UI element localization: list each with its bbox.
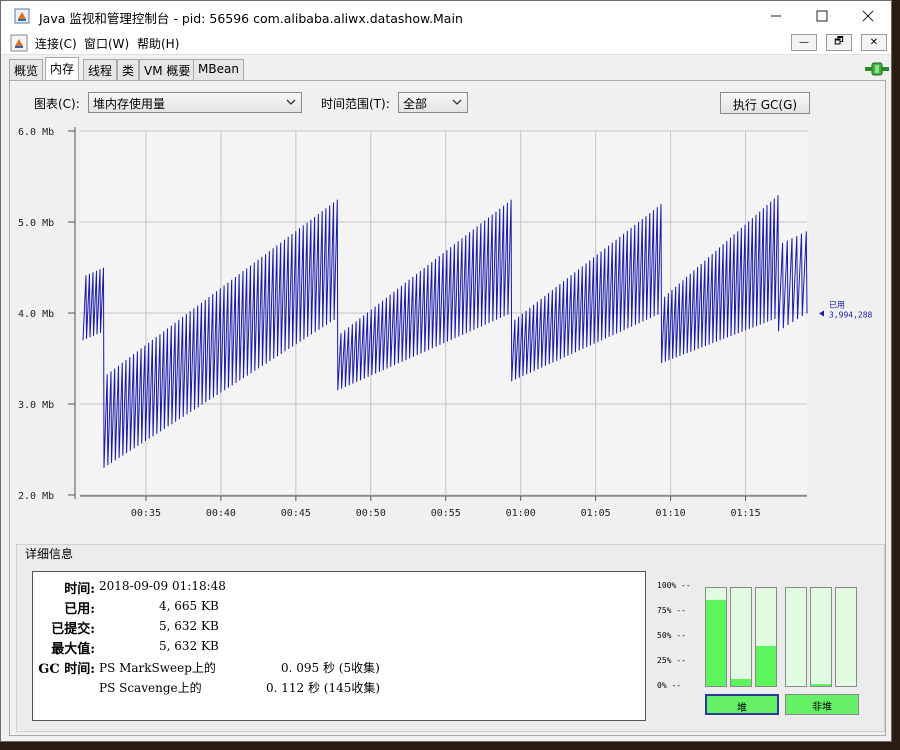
app-window: Java 监视和管理控制台 - pid: 56596 com.alibaba.a… <box>0 0 892 742</box>
x-tick-label: 00:55 <box>431 508 461 519</box>
memory-chart: 6.0 Mb 5.0 Mb 4.0 Mb 3.0 Mb 2.0 Mb 00:35 00:4… <box>18 127 873 519</box>
chevron-down-icon <box>286 99 296 105</box>
java-icon <box>14 8 30 24</box>
time-label: 时间: <box>64 582 95 597</box>
tab-mbean[interactable]: MBean <box>193 59 244 80</box>
restore-icon: 🗗 <box>834 36 844 47</box>
x-tick-label: 01:05 <box>581 508 611 519</box>
pool-fill <box>706 599 726 686</box>
gc-collector-name: PS MarkSweep上的 <box>99 661 216 675</box>
percent-label: 100% -- <box>657 581 691 590</box>
gc-collector-name: PS Scavenge上的 <box>99 681 202 695</box>
nonheap-pool-bar[interactable] <box>835 587 857 687</box>
x-tick-label: 00:35 <box>131 508 161 519</box>
y-tick-label: 3.0 Mb <box>18 400 54 411</box>
heap-pool-bar[interactable] <box>730 587 752 687</box>
percent-label: 50% -- <box>657 631 686 640</box>
menu-help[interactable]: 帮助(H) <box>137 35 179 52</box>
title-bar[interactable]: Java 监视和管理控制台 - pid: 56596 com.alibaba.a… <box>1 1 891 31</box>
close-icon: ✕ <box>869 37 879 48</box>
tab-threads[interactable]: 线程 <box>83 59 118 80</box>
y-tick-label: 5.0 Mb <box>18 218 54 229</box>
heap-pool-bar[interactable] <box>755 587 777 687</box>
y-tick-label: 2.0 Mb <box>18 491 54 502</box>
chart-select[interactable]: 堆内存使用量 <box>88 92 302 113</box>
maximize-icon <box>816 10 828 22</box>
mdi-minimize-button[interactable]: — <box>791 34 817 51</box>
tab-memory[interactable]: 内存 <box>45 57 80 80</box>
gc-collector-time: 0. 095 秒 (5收集) <box>281 661 380 675</box>
x-tick-label: 01:15 <box>730 508 760 519</box>
x-tick-label: 00:50 <box>356 508 386 519</box>
java-doc-icon[interactable] <box>10 34 28 52</box>
pool-fill <box>811 684 831 686</box>
nonheap-pool-bar[interactable] <box>785 587 807 687</box>
x-tick-label: 01:00 <box>506 508 536 519</box>
close-icon <box>862 10 874 22</box>
menu-window[interactable]: 窗口(W) <box>84 35 129 52</box>
x-tick-label: 00:45 <box>281 508 311 519</box>
range-select[interactable]: 全部 <box>398 92 468 113</box>
tab-vm-summary[interactable]: VM 概要 <box>139 59 196 80</box>
minimize-icon <box>771 15 781 17</box>
details-title: 详细信息 <box>25 547 74 561</box>
time-value: 2018-09-09 01:18:48 <box>99 579 226 593</box>
max-label: 最大值: <box>51 642 95 657</box>
y-tick-label: 6.0 Mb <box>18 127 54 138</box>
percent-label: 75% -- <box>657 606 686 615</box>
series-name: 已用 <box>829 301 845 310</box>
tab-overview[interactable]: 概览 <box>9 59 44 80</box>
used-label: 已用: <box>64 602 95 617</box>
committed-value: 5, 632 KB <box>159 619 219 633</box>
details-panel: 详细信息 时间: 2018-09-09 01:18:48 已用: 4, 665 … <box>16 544 885 732</box>
gc-collector-time: 0. 112 秒 (145收集) <box>266 681 381 695</box>
memory-panel: 图表(C): 堆内存使用量 时间范围(T): 全部 执行 GC(G) 6.0 M… <box>9 80 886 736</box>
pool-fill <box>731 679 751 686</box>
perform-gc-button[interactable]: 执行 GC(G) <box>720 92 810 114</box>
y-tick-label: 4.0 Mb <box>18 309 54 320</box>
menu-connect[interactable]: 连接(C) <box>35 35 77 52</box>
percent-label: 25% -- <box>657 656 686 665</box>
window-title: Java 监视和管理控制台 - pid: 56596 com.alibaba.a… <box>39 11 463 26</box>
mdi-close-button[interactable]: ✕ <box>861 34 887 51</box>
used-value: 4, 665 KB <box>159 599 219 613</box>
tab-classes[interactable]: 类 <box>117 59 140 80</box>
committed-label: 已提交: <box>51 622 95 637</box>
chevron-down-icon <box>452 99 462 105</box>
nonheap-pool-bar[interactable] <box>810 587 832 687</box>
max-value: 5, 632 KB <box>159 639 219 653</box>
x-tick-label: 01:10 <box>656 508 686 519</box>
heap-button[interactable]: 堆 <box>705 694 779 715</box>
heap-pool-bar[interactable] <box>705 587 727 687</box>
connection-status-icon <box>865 62 889 76</box>
minimize-button[interactable] <box>753 1 799 31</box>
pool-fill <box>756 645 776 686</box>
chart-select-label: 图表(C): <box>34 97 80 111</box>
series-marker <box>819 310 824 317</box>
close-button[interactable] <box>845 1 891 31</box>
memory-pools-chart: 100% -- 75% -- 50% -- 25% -- 0% -- 堆 非堆 <box>657 567 859 717</box>
series-value: 3,994,288 <box>829 311 873 320</box>
range-select-value: 全部 <box>403 97 428 111</box>
nonheap-button[interactable]: 非堆 <box>785 694 859 715</box>
range-select-label: 时间范围(T): <box>321 97 390 111</box>
gc-time-label: GC 时间: <box>38 662 95 677</box>
menu-bar: 连接(C) 窗口(W) 帮助(H) — 🗗 ✕ <box>1 31 891 55</box>
details-box: 时间: 2018-09-09 01:18:48 已用: 4, 665 KB 已提… <box>32 571 646 721</box>
mdi-restore-button[interactable]: 🗗 <box>826 34 852 51</box>
minimize-icon: — <box>799 37 809 48</box>
maximize-button[interactable] <box>799 1 845 31</box>
x-tick-label: 00:40 <box>206 508 236 519</box>
chart-select-value: 堆内存使用量 <box>93 97 166 111</box>
percent-label: 0% -- <box>657 681 682 690</box>
